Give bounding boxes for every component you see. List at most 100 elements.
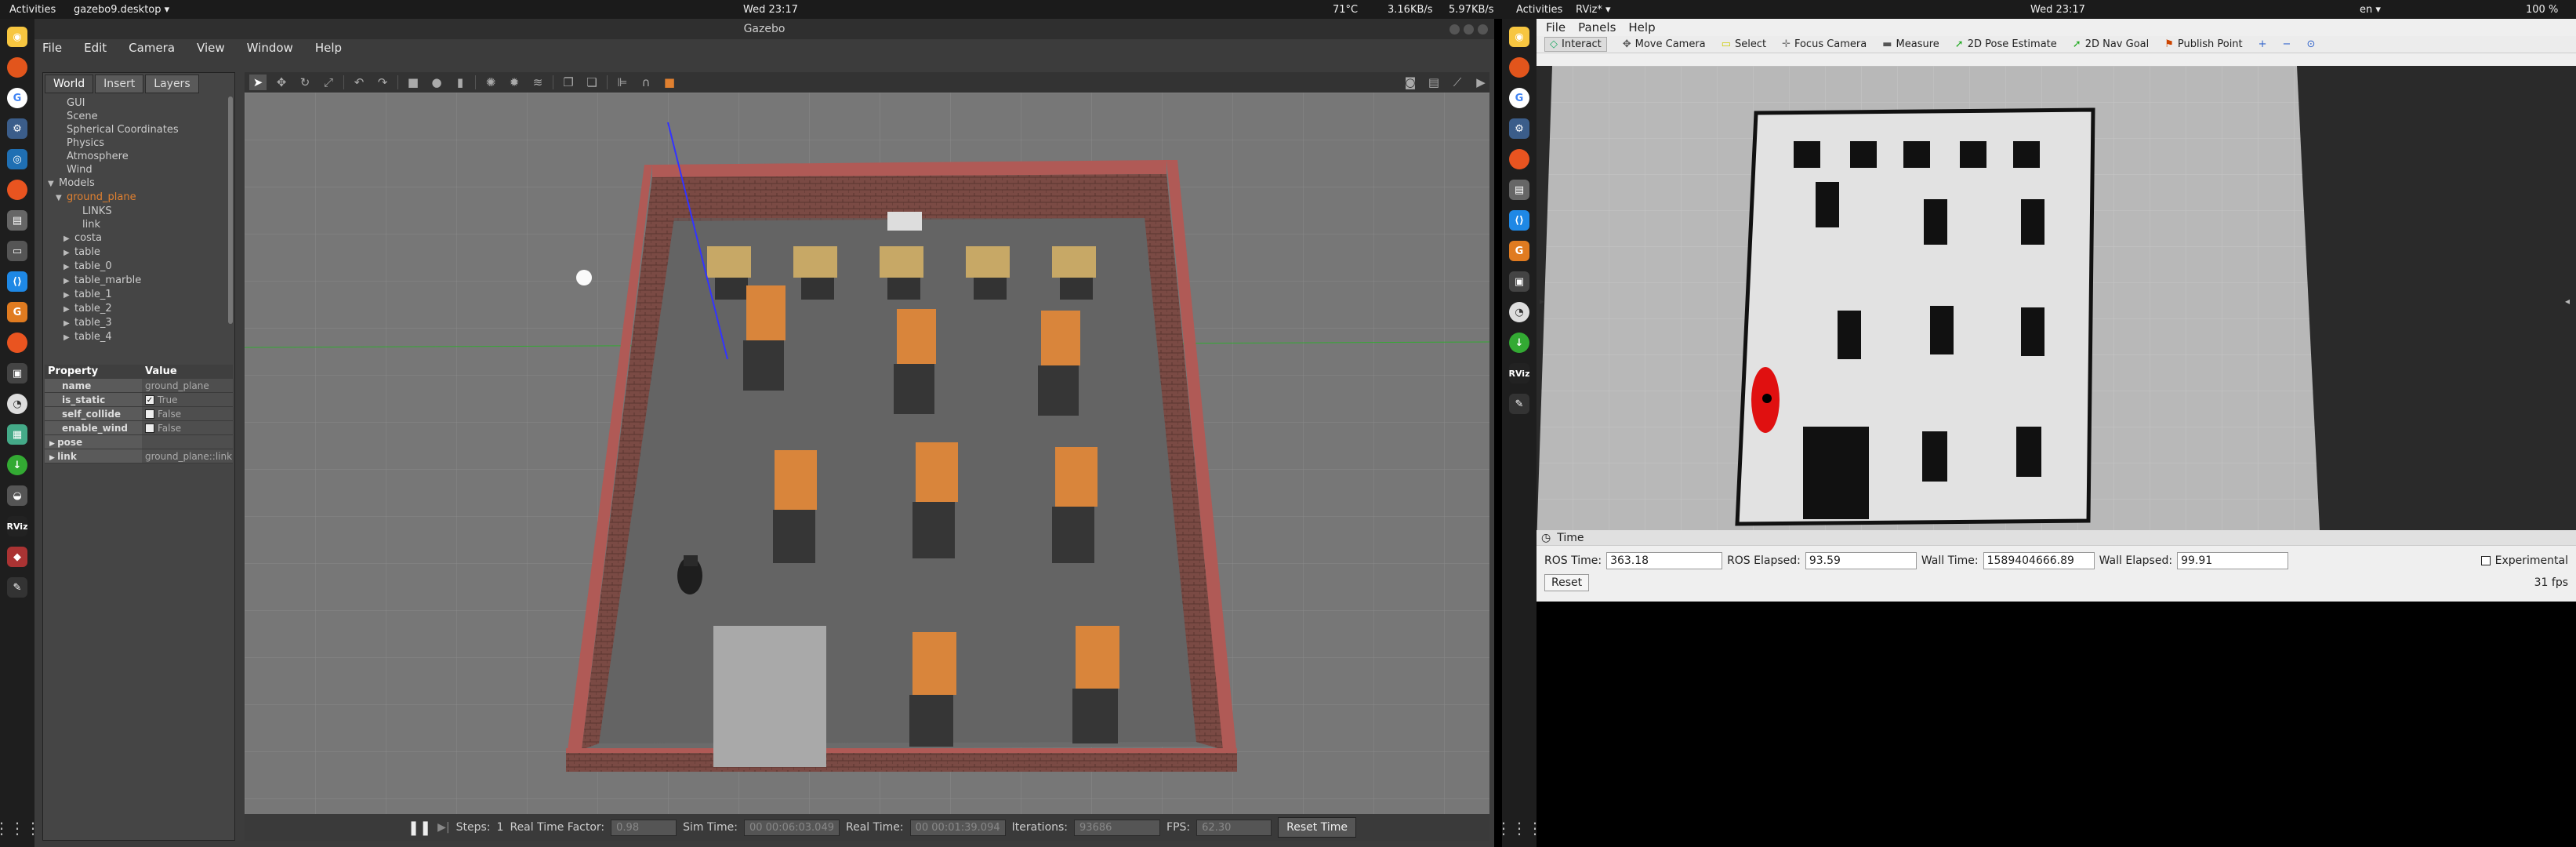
tree-item[interactable]: ▼ Models <box>45 176 227 191</box>
ubuntu-icon-r[interactable] <box>1509 149 1529 169</box>
pause-icon[interactable]: ❚❚ <box>408 820 431 836</box>
screenshot-icon[interactable]: ◙ <box>1402 75 1419 90</box>
paste-icon[interactable]: ❏ <box>583 75 600 90</box>
expand-arrow-icon[interactable]: ▼ <box>56 191 67 205</box>
menu-file[interactable]: File <box>42 41 62 55</box>
tree-item[interactable]: ▶ table_0 <box>45 260 227 274</box>
calc-icon[interactable]: ▦ <box>7 424 27 445</box>
tree-item[interactable]: Physics <box>45 136 227 150</box>
terminal-icon[interactable]: ▣ <box>7 363 27 384</box>
property-checkbox[interactable] <box>145 423 154 433</box>
tree-item[interactable]: ▶ table_4 <box>45 330 227 344</box>
close-button[interactable] <box>1478 24 1488 35</box>
files-icon-r[interactable]: ▤ <box>1509 180 1529 200</box>
rotate-tool-icon[interactable]: ↻ <box>296 75 314 90</box>
menu-camera[interactable]: Camera <box>129 41 175 55</box>
expand-arrow-icon[interactable]: ▼ <box>48 177 59 191</box>
tree-item[interactable]: ▶ table_1 <box>45 288 227 302</box>
settings-icon[interactable]: ◔ <box>7 394 27 414</box>
tool-2d-pose-estimate[interactable]: ➚ 2D Pose Estimate <box>1955 38 2057 50</box>
update-icon[interactable]: ↓ <box>7 455 27 475</box>
3d-scene-viewport[interactable] <box>245 93 1489 814</box>
expand-arrow-icon[interactable]: ▶ <box>63 303 74 316</box>
app-icon[interactable]: ◉ <box>7 27 27 47</box>
copy-icon[interactable]: ❐ <box>560 75 577 90</box>
select-tool-icon[interactable]: ➤ <box>249 75 267 90</box>
menu-edit[interactable]: Edit <box>84 41 107 55</box>
tree-item[interactable]: ▶ table_3 <box>45 316 227 330</box>
menu-help[interactable]: Help <box>315 41 342 55</box>
expand-arrow-icon[interactable]: ▶ <box>63 289 74 302</box>
reset-button[interactable]: Reset <box>1544 574 1590 591</box>
ros-icon-r[interactable]: ⚙ <box>1509 118 1529 139</box>
tree-item[interactable]: ▼ ground_plane <box>45 191 227 205</box>
log-icon[interactable]: ▤ <box>1425 75 1442 90</box>
tree-item[interactable]: Atmosphere <box>45 150 227 163</box>
ros-elapsed-field[interactable]: 93.59 <box>1805 552 1917 569</box>
software-icon[interactable]: G <box>7 302 27 322</box>
tree-item[interactable]: ▶ table <box>45 245 227 260</box>
expand-arrow-icon[interactable]: ▶ <box>63 232 74 245</box>
record-icon[interactable]: ▶ <box>1472 75 1489 90</box>
expand-arrow-icon[interactable]: ▶ <box>63 331 74 344</box>
expand-arrow-icon[interactable]: ▶ <box>49 440 57 448</box>
terminal-icon-r[interactable]: ▣ <box>1509 271 1529 292</box>
tree-item[interactable]: ▶ costa <box>45 231 227 245</box>
wall-elapsed-field[interactable]: 99.91 <box>2177 552 2289 569</box>
property-group-row[interactable]: ▶ link ground_plane::link <box>45 449 233 463</box>
rviz-3d-view[interactable]: ▸ ◂ <box>1537 66 2576 546</box>
experimental-checkbox[interactable] <box>2480 556 2491 565</box>
activities-button-right[interactable]: Activities <box>1516 4 1562 16</box>
chrome-icon[interactable]: G <box>7 88 27 108</box>
rviz-icon[interactable]: RViz <box>7 516 27 536</box>
activities-button[interactable]: Activities <box>9 4 56 16</box>
property-checkbox[interactable] <box>145 409 154 419</box>
files-icon[interactable]: ▤ <box>7 210 27 231</box>
menu-view[interactable]: View <box>197 41 225 55</box>
plot-icon[interactable]: ⟋ <box>1449 75 1466 90</box>
chrome-icon-r[interactable]: G <box>1509 88 1529 108</box>
wall-time-field[interactable]: 1589404666.89 <box>1983 552 2095 569</box>
tree-item[interactable]: ▶ table_2 <box>45 302 227 316</box>
pen-icon[interactable]: ✎ <box>7 577 27 598</box>
tree-item[interactable]: LINKS <box>45 205 227 218</box>
reset-time-button[interactable]: Reset Time <box>1278 817 1356 838</box>
software-icon-r[interactable]: G <box>1509 241 1529 261</box>
rviz-menu-help[interactable]: Help <box>1628 20 1655 35</box>
tool-interact[interactable]: ◇ Interact <box>1544 37 1607 52</box>
tree-item[interactable]: Scene <box>45 110 227 123</box>
vscode-icon[interactable]: ⟨⟩ <box>7 271 27 292</box>
change-view-icon[interactable]: ■ <box>661 75 678 90</box>
box-shape-icon[interactable]: ■ <box>405 75 422 90</box>
tree-item[interactable]: Wind <box>45 163 227 176</box>
menu-window[interactable]: Window <box>247 41 293 55</box>
scale-tool-icon[interactable]: ⤢ <box>320 75 337 90</box>
ros-time-field[interactable]: 363.18 <box>1606 552 1723 569</box>
rviz-menu-panels[interactable]: Panels <box>1578 20 1616 35</box>
redo-icon[interactable]: ↷ <box>374 75 391 90</box>
spot-light-icon[interactable]: ✹ <box>506 75 523 90</box>
minimize-button[interactable] <box>1449 24 1460 35</box>
step-icon[interactable]: ▶| <box>437 821 449 834</box>
point-light-icon[interactable]: ✺ <box>482 75 499 90</box>
snap-icon[interactable]: ∩ <box>637 75 655 90</box>
vscode-icon-r[interactable]: ⟨⟩ <box>1509 210 1529 231</box>
tool-publish-point[interactable]: ⚑ Publish Point <box>2164 38 2242 50</box>
pen-icon-r[interactable]: ✎ <box>1509 394 1529 414</box>
maximize-button[interactable] <box>1464 24 1474 35</box>
align-icon[interactable]: ⊫ <box>614 75 631 90</box>
toolbar-extra-icon[interactable]: − <box>2283 38 2291 50</box>
directional-light-icon[interactable]: ≋ <box>529 75 546 90</box>
expand-arrow-icon[interactable]: ▶ <box>49 454 57 462</box>
undo-icon[interactable]: ↶ <box>350 75 368 90</box>
tree-item[interactable]: Spherical Coordinates <box>45 123 227 136</box>
app-menu[interactable]: gazebo9.desktop ▾ <box>74 4 169 16</box>
drive-icon[interactable]: ◒ <box>7 485 27 506</box>
sphere-shape-icon[interactable]: ● <box>428 75 445 90</box>
firefox-icon-r[interactable] <box>1509 57 1529 78</box>
translate-tool-icon[interactable]: ✥ <box>273 75 290 90</box>
expand-arrow-icon[interactable]: ▶ <box>63 246 74 260</box>
rviz-menu-file[interactable]: File <box>1546 20 1566 35</box>
tool-select[interactable]: ▭ Select <box>1722 38 1766 50</box>
tab-layers[interactable]: Layers <box>145 75 199 93</box>
